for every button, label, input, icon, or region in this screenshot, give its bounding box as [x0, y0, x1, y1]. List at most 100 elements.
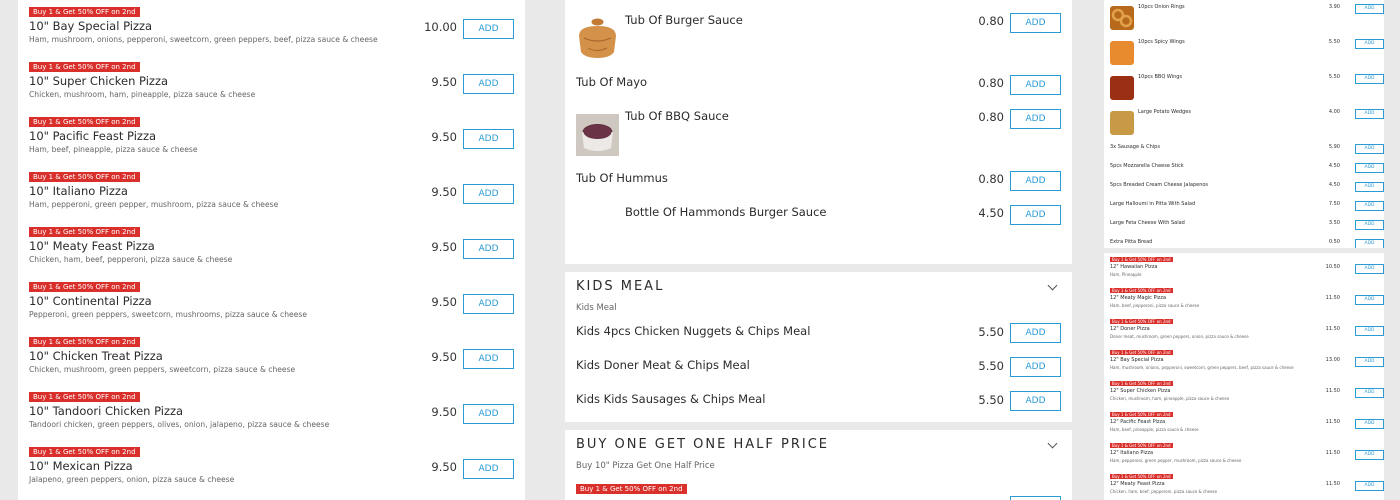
add-button[interactable]: ADD — [1010, 323, 1061, 343]
pizza-12-list: Buy 1 & Get 50% OFF on 2nd 12" Hawaiian … — [1104, 253, 1384, 500]
item-description: Chicken, mushroom, green peppers, sweetc… — [29, 365, 296, 374]
item-description: Pepperoni, green peppers, sweetcorn, mus… — [29, 310, 307, 319]
add-button[interactable]: ADD — [1355, 450, 1384, 460]
add-button[interactable]: ADD — [1355, 109, 1384, 119]
add-button[interactable]: ADD — [1355, 388, 1384, 398]
add-button[interactable]: ADD — [463, 19, 514, 39]
add-button[interactable]: ADD — [1010, 171, 1061, 191]
item-name: 10" Italiano Pizza — [29, 184, 128, 198]
item-price: 13.00 — [1325, 357, 1340, 363]
item-name: Tub Of Burger Sauce — [625, 13, 743, 27]
add-button[interactable]: ADD — [1355, 419, 1384, 429]
add-button[interactable]: ADD — [1355, 357, 1384, 367]
item-price: 5.50 — [1328, 74, 1340, 80]
chevron-down-icon[interactable] — [1047, 280, 1058, 291]
item-name: 3x Sausage & Chips — [1110, 144, 1160, 150]
add-button[interactable]: ADD — [1355, 201, 1384, 211]
item-price: 0.50 — [1328, 239, 1340, 245]
section-subtitle: Buy 10" Pizza Get One Half Price — [576, 461, 715, 471]
kids-meal-section: KIDS MEAL Kids Meal Kids 4pcs Chicken Nu… — [565, 272, 1072, 422]
item-price: 9.50 — [431, 460, 457, 474]
add-button[interactable]: ADD — [1355, 481, 1384, 491]
item-description: Ham, beef, pepperoni, pizza sauce & chee… — [1110, 303, 1200, 308]
item-price: 11.50 — [1325, 450, 1340, 456]
spicy-wings-image — [1110, 41, 1134, 65]
item-price: 7.50 — [1328, 201, 1340, 207]
item-price: 0.80 — [978, 110, 1004, 124]
item-name: 10pcs Spicy Wings — [1138, 39, 1185, 45]
item-price: 9.50 — [431, 130, 457, 144]
item-name: 10" Pacific Feast Pizza — [29, 129, 157, 143]
add-button[interactable]: ADD — [1010, 391, 1061, 411]
add-button[interactable]: ADD — [1355, 144, 1384, 154]
item-description: Ham, mushroom, onions, pepperoni, sweetc… — [29, 35, 378, 44]
offer-badge: Buy 1 & Get 50% OFF on 2nd — [29, 172, 140, 182]
add-button[interactable]: ADD — [463, 129, 514, 149]
item-name: 12" Italiano Pizza — [1110, 450, 1154, 456]
add-button[interactable]: ADD — [1355, 295, 1384, 305]
item-price: 11.50 — [1325, 295, 1340, 301]
add-button[interactable]: ADD — [463, 184, 514, 204]
item-price: 10.50 — [1325, 264, 1340, 270]
offer-badge: Buy 1 & Get 50% OFF on 2nd — [29, 117, 140, 127]
add-button[interactable]: ADD — [1010, 109, 1061, 129]
offer-badge: Buy 1 & Get 50% OFF on 2nd — [1110, 350, 1173, 355]
offer-badge: Buy 1 & Get 50% OFF on 2nd — [1110, 412, 1173, 417]
item-price: 4.50 — [1328, 163, 1340, 169]
add-button[interactable]: ADD — [1010, 357, 1061, 377]
item-price: 0.80 — [978, 14, 1004, 28]
item-description: Jalapeno, green peppers, onion, pizza sa… — [29, 475, 235, 484]
item-name: 10" Bay Special Pizza — [29, 19, 153, 33]
item-name: Tub Of Hummus — [576, 171, 668, 185]
pizza-10-list: Buy 1 & Get 50% OFF on 2nd 10" Bay Speci… — [18, 0, 525, 500]
add-button[interactable]: ADD — [1355, 326, 1384, 336]
item-name: 10pcs BBQ Wings — [1138, 74, 1183, 80]
offer-badge: Buy 1 & Get 50% OFF on 2nd — [29, 447, 140, 457]
add-button[interactable]: ADD — [463, 239, 514, 259]
item-description: Doner meat, mushroom, green peppers, oni… — [1110, 334, 1249, 339]
item-price: 11.50 — [1325, 326, 1340, 332]
add-button[interactable]: ADD — [463, 294, 514, 314]
item-price: 9.50 — [431, 405, 457, 419]
item-name: Kids Kids Sausages & Chips Meal — [576, 392, 766, 406]
chevron-down-icon[interactable] — [1047, 438, 1058, 449]
item-description: Chicken, ham, beef, pepperoni, pizza sau… — [29, 255, 233, 264]
item-name: 10pcs Onion Rings — [1138, 4, 1185, 10]
item-price: 5.90 — [1328, 144, 1340, 150]
item-name: 5pcs Mozzarella Cheese Stick — [1110, 163, 1184, 169]
item-name: 10" Mexican Pizza — [29, 459, 133, 473]
add-button[interactable]: ADD — [1010, 13, 1061, 33]
item-name: Kids 4pcs Chicken Nuggets & Chips Meal — [576, 324, 811, 338]
section-subtitle: Kids Meal — [576, 303, 617, 313]
item-description: Tandoori chicken, green peppers, olives,… — [29, 420, 330, 429]
add-button[interactable]: ADD — [1355, 4, 1384, 14]
offer-badge: Buy 1 & Get 50% OFF on 2nd — [29, 62, 140, 72]
add-button[interactable]: ADD — [463, 459, 514, 479]
bogo-section: BUY ONE GET ONE HALF PRICE Buy 10" Pizza… — [565, 430, 1072, 500]
add-button[interactable]: ADD — [1355, 74, 1384, 84]
item-price: 9.50 — [431, 75, 457, 89]
item-price: 11.50 — [1325, 481, 1340, 487]
item-name: 12" Pacific Feast Pizza — [1110, 419, 1166, 425]
add-button[interactable]: ADD — [463, 404, 514, 424]
add-button[interactable]: ADD — [463, 74, 514, 94]
add-button[interactable]: ADD — [1355, 239, 1384, 248]
item-name: 10" Meaty Feast Pizza — [29, 239, 155, 253]
add-button[interactable]: ADD — [1355, 264, 1384, 274]
item-description: Chicken, mushroom, ham, pineapple, pizza… — [1110, 396, 1230, 401]
item-name: Tub Of BBQ Sauce — [625, 109, 729, 123]
add-button[interactable]: ADD — [1355, 220, 1384, 230]
add-button[interactable]: ADD — [1355, 39, 1384, 49]
add-button[interactable]: ADD — [1355, 163, 1384, 173]
add-button[interactable]: ADD — [1010, 205, 1061, 225]
add-button[interactable] — [1010, 496, 1061, 500]
offer-badge: Buy 1 & Get 50% OFF on 2nd — [576, 484, 687, 494]
item-name: 12" Super Chicken Pizza — [1110, 388, 1171, 394]
item-price: 9.50 — [431, 295, 457, 309]
add-button[interactable]: ADD — [1355, 182, 1384, 192]
add-button[interactable]: ADD — [463, 349, 514, 369]
item-name: 12" Meaty Feast Pizza — [1110, 481, 1165, 487]
add-button[interactable]: ADD — [1010, 75, 1061, 95]
item-price: 5.50 — [978, 393, 1004, 407]
item-price: 9.50 — [431, 185, 457, 199]
